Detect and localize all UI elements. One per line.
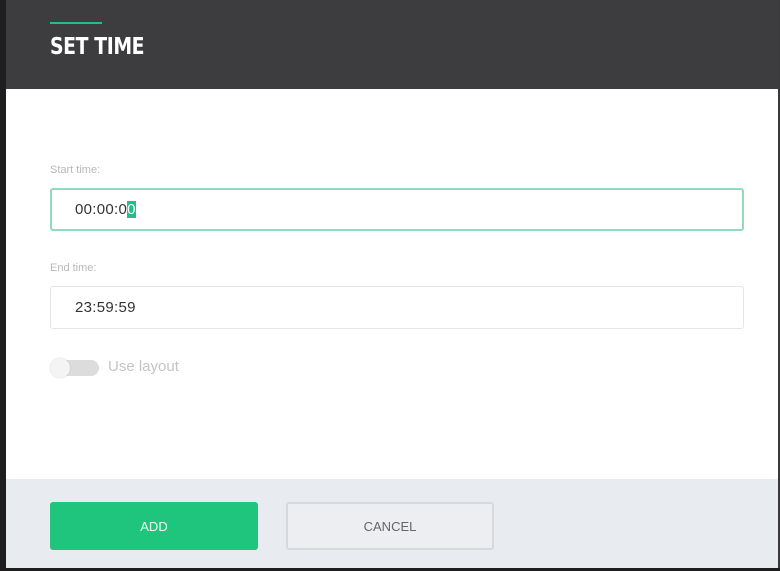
start-time-input[interactable]: 00:00:00 [50,188,744,231]
header-accent-line [50,22,102,24]
cancel-button[interactable]: CANCEL [286,502,494,550]
start-time-label: Start time: [50,164,101,176]
use-layout-label: Use layout [108,358,179,375]
end-time-value: 23:59:59 [75,299,136,316]
window-border-left [0,0,6,571]
start-time-value-text: 00:00:0 [75,201,128,218]
end-time-input[interactable]: 23:59:59 [50,286,744,329]
dialog-footer: ADD CANCEL [6,479,778,568]
start-time-value: 00:00:00 [75,201,136,218]
end-time-label: End time: [50,262,97,274]
add-button[interactable]: ADD [50,502,258,550]
dialog-body: Start time: 00:00:00 End time: 23:59:59 … [6,89,778,479]
dialog-title: SET TIME [50,34,145,60]
dialog-header: SET TIME [6,0,778,89]
set-time-dialog: SET TIME Start time: 00:00:00 End time: … [0,0,780,571]
use-layout-toggle[interactable] [50,358,100,378]
start-time-selected-digit: 0 [127,201,136,218]
toggle-knob [50,358,70,378]
